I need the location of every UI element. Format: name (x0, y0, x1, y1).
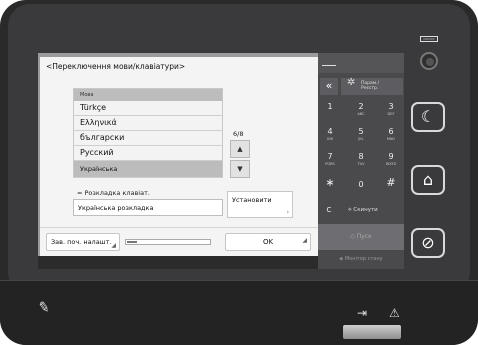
key-letters: MNO (386, 137, 396, 141)
back-button[interactable]: « (320, 78, 338, 95)
key-5[interactable]: 5 JKL (351, 124, 371, 144)
corner-arrow-icon: › (286, 209, 289, 216)
key-4[interactable]: 4 GHI (320, 124, 340, 144)
language-list: Мова Türkçe Ελληνικά български Русский У… (73, 88, 223, 178)
power-dot (426, 58, 434, 66)
language-item-ukrainian-selected[interactable]: Українська (74, 161, 222, 178)
set-button-label: Установити (232, 196, 272, 204)
restore-defaults-button[interactable]: Зав. поч. налашт. ◢ (46, 233, 120, 251)
scroll-down-button[interactable]: ▼ (230, 160, 250, 178)
key-digit: 1 (327, 102, 333, 111)
dialog-bottom-bar: Зав. поч. налашт. ◢ OK ◢ (40, 227, 318, 256)
stop-button[interactable]: ⊘ (411, 228, 445, 258)
page-indicator: 6/8 (233, 130, 244, 138)
key-letters: WXYZ (385, 162, 397, 166)
language-item-turkish[interactable]: Türkçe (74, 101, 222, 116)
progress-bar (125, 239, 211, 245)
warning-icon: ⚠ (389, 306, 400, 320)
language-item-bulgarian[interactable]: български (74, 131, 222, 146)
key-hash[interactable]: # (381, 174, 401, 194)
stop-icon: ⊘ (421, 233, 435, 252)
ok-button[interactable]: OK ◢ (225, 233, 311, 251)
keypad-row: 1 2 ABC 3 DEF (318, 99, 404, 119)
start-button[interactable]: ◇ Пуск (318, 224, 404, 250)
keypad-row: ∗ 0 # (318, 174, 404, 194)
key-7[interactable]: 7 PQRS (320, 149, 340, 169)
keypad-top-strip (318, 53, 404, 73)
set-keyboard-button[interactable]: Установити › (227, 191, 293, 218)
key-letters: ABC (357, 112, 365, 116)
key-6[interactable]: 6 MNO (381, 124, 401, 144)
scroll-up-button[interactable]: ▲ (230, 140, 250, 158)
arrow-up-icon: ▲ (237, 145, 243, 153)
double-chevron-left-icon: « (325, 79, 333, 92)
language-item-greek[interactable]: Ελληνικά (74, 116, 222, 131)
corner-arrow-icon: ◢ (111, 242, 116, 249)
key-letters: PQRS (325, 162, 335, 166)
key-digit: 5 (358, 127, 364, 136)
key-digit: 2 (358, 102, 364, 111)
defaults-button-label: Зав. поч. налашт. (51, 238, 112, 246)
key-digit: 3 (388, 102, 394, 111)
key-letters: TUV (357, 162, 365, 166)
screen-status-bar (38, 256, 318, 269)
key-digit: 9 (388, 152, 394, 161)
keyboard-layout-field: Українська розкладка (73, 199, 223, 216)
moon-icon: ☾ (420, 107, 436, 126)
key-letters: DEF (387, 112, 395, 116)
energy-saver-button[interactable]: ☾ (411, 102, 445, 132)
key-digit: 8 (358, 152, 364, 161)
key-2[interactable]: 2 ABC (351, 99, 371, 119)
key-1[interactable]: 1 (320, 99, 340, 119)
hardware-button-column: ▭▭▭ ☾ ⌂ ⊘ (404, 30, 468, 280)
keyboard-layout-label: = Розкладка клавіат. (77, 189, 150, 197)
language-dialog: <Переключення мови/клавіатури> Мова Türk… (40, 57, 318, 256)
home-icon: ⌂ (422, 170, 434, 189)
numeric-keypad: « ✲ Парам./ Реєстр. 1 2 ABC 3 DEF 4 GHI 5 JK… (318, 53, 404, 269)
key-asterisk[interactable]: ∗ (320, 174, 340, 194)
arrow-down-icon: ▼ (237, 165, 243, 173)
keypad-row: 7 PQRS 8 TUV 9 WXYZ (318, 149, 404, 169)
progress-fill (127, 241, 137, 243)
gear-icon: ✲ (347, 77, 356, 88)
clear-key[interactable]: C (320, 201, 338, 219)
printer-control-panel: <Переключення мови/клавіатури> Мова Türk… (0, 0, 478, 345)
key-3[interactable]: 3 DEF (381, 99, 401, 119)
keypad-row: 4 GHI 5 JKL 6 MNO (318, 124, 404, 144)
status-light-slot (343, 325, 401, 339)
key-digit: 4 (327, 127, 333, 136)
touch-screen: <Переключення мови/клавіатури> Мова Türk… (38, 53, 318, 269)
key-digit: 6 (388, 127, 394, 136)
key-digit: 7 (327, 152, 333, 161)
key-9[interactable]: 9 WXYZ (381, 149, 401, 169)
params-label-line2: Реєстр. (361, 86, 379, 91)
status-monitor-button[interactable]: ◈ Монітор стану (318, 252, 404, 266)
battery-icon: ▭▭▭ (420, 36, 438, 42)
key-8[interactable]: 8 TUV (351, 149, 371, 169)
panel-lower-edge (0, 280, 478, 345)
dialog-title: <Переключення мови/клавіатури> (46, 62, 186, 71)
ok-button-label: OK (262, 238, 274, 246)
power-button[interactable] (420, 52, 438, 70)
key-letters: JKL (358, 137, 364, 141)
language-item-russian[interactable]: Русский (74, 146, 222, 161)
home-button[interactable]: ⌂ (411, 165, 445, 195)
params-register-button[interactable]: ✲ Парам./ Реєстр. (341, 78, 403, 95)
key-0[interactable]: 0 (351, 174, 371, 194)
reset-button[interactable]: ⟡ Скинути (340, 201, 402, 219)
key-letters: GHI (326, 137, 334, 141)
corner-arrow-icon: ◢ (302, 237, 307, 244)
data-indicator-icon: ⇥ (357, 306, 368, 320)
list-header: Мова (74, 89, 222, 101)
